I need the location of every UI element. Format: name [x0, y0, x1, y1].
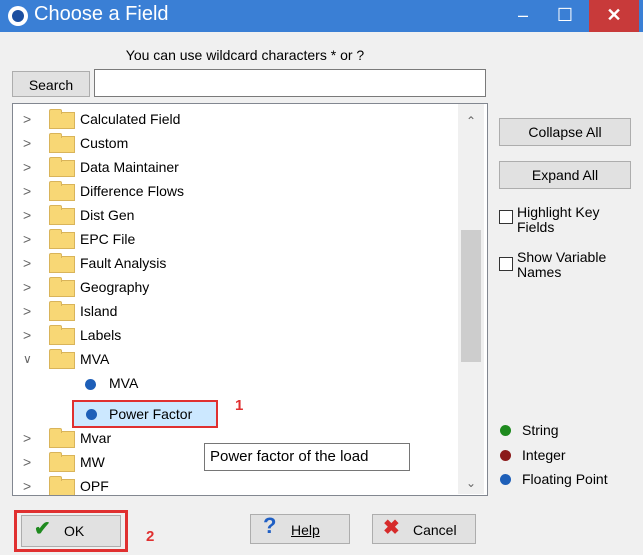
- chevron-down-icon[interactable]: ∨: [23, 352, 37, 366]
- float-type-icon: [86, 409, 97, 420]
- close-button[interactable]: ✕: [589, 0, 639, 32]
- folder-icon: [49, 301, 75, 321]
- tree-folder-row[interactable]: > Fault Analysis: [13, 252, 453, 276]
- wildcard-hint: You can use wildcard characters * or ?: [125, 47, 365, 63]
- tree-folder-row-expanded[interactable]: ∨ MVA: [13, 348, 453, 372]
- legend-float-label: Floating Point: [522, 471, 608, 487]
- chevron-right-icon[interactable]: >: [23, 160, 37, 174]
- tree-leaf-row-selected[interactable]: Power Factor: [72, 400, 218, 428]
- field-tooltip: Power factor of the load: [204, 443, 410, 471]
- tree-folder-row[interactable]: > Calculated Field: [13, 108, 453, 132]
- folder-icon: [49, 253, 75, 273]
- folder-icon: [49, 325, 75, 345]
- float-legend-icon: [500, 474, 511, 485]
- tree-folder-row[interactable]: > Labels: [13, 324, 453, 348]
- field-tree[interactable]: > Calculated Field > Custom > Data Maintain…: [12, 103, 488, 496]
- checkmark-icon: ✔: [34, 518, 51, 540]
- folder-icon: [49, 277, 75, 297]
- chevron-right-icon[interactable]: >: [23, 112, 37, 126]
- folder-icon: [49, 452, 75, 472]
- chevron-right-icon[interactable]: >: [23, 184, 37, 198]
- chevron-right-icon[interactable]: >: [23, 455, 37, 469]
- chevron-right-icon[interactable]: >: [23, 256, 37, 270]
- ok-button[interactable]: ✔ OK: [21, 515, 121, 547]
- legend-integer-label: Integer: [522, 447, 566, 463]
- search-button[interactable]: Search: [12, 71, 90, 97]
- integer-legend-icon: [500, 450, 511, 461]
- folder-icon: [49, 109, 75, 129]
- chevron-right-icon[interactable]: >: [23, 208, 37, 222]
- show-variable-names-label: Show Variable Names: [517, 249, 607, 280]
- minimize-button[interactable]: –: [504, 0, 542, 32]
- tree-leaf-row[interactable]: MVA: [13, 372, 453, 396]
- tree-folder-row[interactable]: > Dist Gen: [13, 204, 453, 228]
- folder-icon: [49, 349, 75, 369]
- annotation-step-1: 1: [235, 397, 244, 414]
- chevron-right-icon[interactable]: >: [23, 136, 37, 150]
- help-icon: ?: [263, 513, 277, 538]
- scroll-thumb[interactable]: [461, 230, 481, 362]
- tree-folder-row[interactable]: > Geography: [13, 276, 453, 300]
- maximize-button[interactable]: ☐: [546, 0, 584, 32]
- search-input[interactable]: [94, 69, 486, 97]
- help-button[interactable]: ? Help: [250, 513, 350, 544]
- ok-label: OK: [64, 523, 85, 539]
- selected-field-label: Power Factor: [109, 406, 193, 422]
- folder-icon: [49, 476, 75, 495]
- highlight-key-fields-checkbox[interactable]: [499, 210, 513, 224]
- cancel-x-icon: ✖: [383, 517, 400, 539]
- app-icon: [8, 6, 28, 26]
- tree-folder-row[interactable]: > EPC File: [13, 228, 453, 252]
- expand-all-button[interactable]: Expand All: [499, 161, 631, 189]
- chevron-right-icon[interactable]: >: [23, 232, 37, 246]
- chevron-right-icon[interactable]: >: [23, 479, 37, 493]
- string-legend-icon: [500, 425, 511, 436]
- help-label: Help: [291, 522, 320, 538]
- folder-icon: [49, 133, 75, 153]
- annotation-step-2: 2: [146, 528, 155, 545]
- legend-string-label: String: [522, 422, 559, 438]
- collapse-all-button[interactable]: Collapse All: [499, 118, 631, 146]
- tree-folder-row[interactable]: > OPF: [13, 475, 453, 495]
- tree-folder-row[interactable]: > Data Maintainer: [13, 156, 453, 180]
- float-type-icon: [85, 379, 96, 390]
- scroll-down-icon[interactable]: ⌄: [458, 474, 484, 492]
- tree-folder-row[interactable]: > Custom: [13, 132, 453, 156]
- chevron-right-icon[interactable]: >: [23, 328, 37, 342]
- cancel-label: Cancel: [413, 522, 457, 538]
- folder-icon: [49, 181, 75, 201]
- scroll-up-icon[interactable]: ⌃: [458, 112, 484, 130]
- tree-folder-row[interactable]: > Difference Flows: [13, 180, 453, 204]
- chevron-right-icon[interactable]: >: [23, 431, 37, 445]
- folder-icon: [49, 205, 75, 225]
- folder-icon: [49, 428, 75, 448]
- tree-folder-row[interactable]: > Island: [13, 300, 453, 324]
- show-variable-names-checkbox[interactable]: [499, 257, 513, 271]
- window-title: Choose a Field: [34, 3, 169, 25]
- highlight-key-fields-label: Highlight Key Fields: [517, 204, 600, 235]
- chevron-right-icon[interactable]: >: [23, 280, 37, 294]
- folder-icon: [49, 157, 75, 177]
- folder-icon: [49, 229, 75, 249]
- cancel-button[interactable]: ✖ Cancel: [372, 514, 476, 544]
- chevron-right-icon[interactable]: >: [23, 304, 37, 318]
